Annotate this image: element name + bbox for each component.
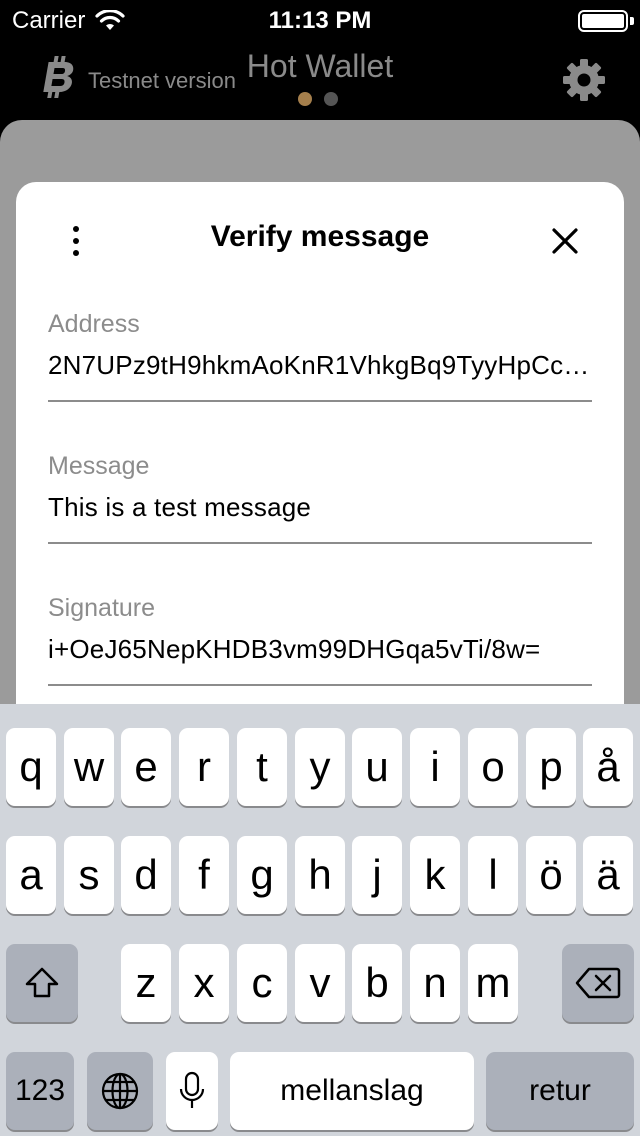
key-s[interactable]: s xyxy=(64,836,114,914)
key-r[interactable]: r xyxy=(179,728,229,806)
key-i[interactable]: i xyxy=(410,728,460,806)
key-k[interactable]: k xyxy=(410,836,460,914)
globe-key[interactable] xyxy=(87,1052,153,1130)
page-dot-active[interactable] xyxy=(298,92,312,106)
dialog-header: Verify message xyxy=(16,182,624,294)
message-label: Message xyxy=(48,452,150,480)
signature-field[interactable]: Signature i+OeJ65NepKHDB3vm99DHGqa5vTi/8… xyxy=(48,576,592,686)
shift-icon xyxy=(25,967,59,998)
message-input[interactable]: This is a test message xyxy=(48,492,592,523)
key-l[interactable]: l xyxy=(468,836,518,914)
keyboard: q w e r t y u i o p å a s d f g h j k l … xyxy=(0,704,640,1136)
dialog-title: Verify message xyxy=(210,220,430,253)
backspace-key[interactable] xyxy=(562,944,634,1022)
key-u[interactable]: u xyxy=(352,728,402,806)
key-a-ring[interactable]: å xyxy=(583,728,633,806)
key-b[interactable]: b xyxy=(352,944,402,1022)
close-icon[interactable] xyxy=(550,226,580,256)
battery-icon xyxy=(578,10,628,32)
key-v[interactable]: v xyxy=(295,944,345,1022)
dictation-key[interactable] xyxy=(166,1052,218,1130)
verify-message-dialog: Verify message Address 2N7UPz9tH9hkmAoKn… xyxy=(16,182,624,782)
key-o[interactable]: o xyxy=(468,728,518,806)
status-bar: Carrier 11:13 PM xyxy=(0,0,640,40)
key-p[interactable]: p xyxy=(526,728,576,806)
key-e[interactable]: e xyxy=(121,728,171,806)
signature-label: Signature xyxy=(48,594,156,622)
microphone-icon xyxy=(179,1071,205,1108)
key-a-umlaut[interactable]: ä xyxy=(583,836,633,914)
battery-tip xyxy=(630,17,634,25)
key-z[interactable]: z xyxy=(121,944,171,1022)
settings-gear-icon[interactable] xyxy=(562,58,606,102)
key-h[interactable]: h xyxy=(295,836,345,914)
key-f[interactable]: f xyxy=(179,836,229,914)
app-header: Testnet version Hot Wallet xyxy=(0,40,640,120)
shift-key[interactable] xyxy=(6,944,78,1022)
key-c[interactable]: c xyxy=(237,944,287,1022)
page-indicator[interactable] xyxy=(298,92,338,106)
key-d[interactable]: d xyxy=(121,836,171,914)
app-title: Hot Wallet xyxy=(246,48,394,84)
space-key[interactable]: mellanslag xyxy=(230,1052,474,1130)
page-dot-inactive[interactable] xyxy=(324,92,338,106)
address-label: Address xyxy=(48,310,140,338)
key-x[interactable]: x xyxy=(179,944,229,1022)
key-m[interactable]: m xyxy=(468,944,518,1022)
return-key[interactable]: retur xyxy=(486,1052,634,1130)
status-time: 11:13 PM xyxy=(268,7,372,34)
key-t[interactable]: t xyxy=(237,728,287,806)
key-j[interactable]: j xyxy=(352,836,402,914)
message-field[interactable]: Message This is a test message xyxy=(48,434,592,544)
key-o-umlaut[interactable]: ö xyxy=(526,836,576,914)
key-y[interactable]: y xyxy=(295,728,345,806)
address-field[interactable]: Address 2N7UPz9tH9hkmAoKnR1VhkgBq9TyyHpC… xyxy=(48,292,592,402)
numbers-key[interactable]: 123 xyxy=(6,1052,74,1130)
globe-icon xyxy=(101,1072,139,1110)
key-q[interactable]: q xyxy=(6,728,56,806)
key-n[interactable]: n xyxy=(410,944,460,1022)
key-a[interactable]: a xyxy=(6,836,56,914)
signature-input[interactable]: i+OeJ65NepKHDB3vm99DHGqa5vTi/8w= xyxy=(48,634,592,665)
key-g[interactable]: g xyxy=(237,836,287,914)
backspace-icon xyxy=(575,967,621,999)
key-w[interactable]: w xyxy=(64,728,114,806)
address-input[interactable]: 2N7UPz9tH9hkmAoKnR1VhkgBq9TyyHpCcjNq xyxy=(48,350,592,381)
